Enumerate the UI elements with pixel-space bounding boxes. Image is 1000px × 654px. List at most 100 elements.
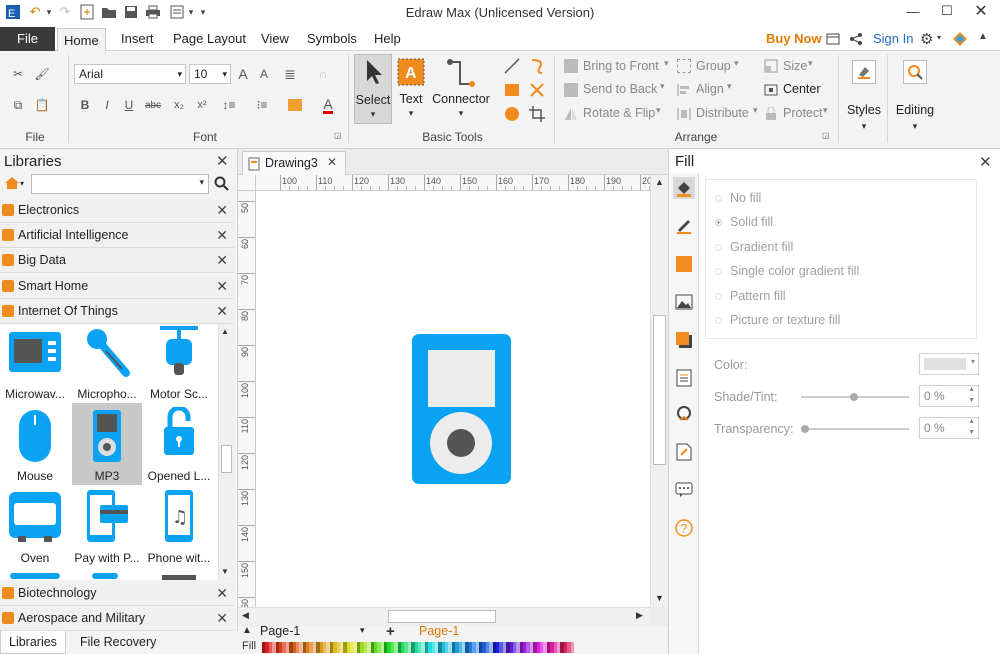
scroll-down-icon[interactable]: ▼ [221,567,229,576]
library-scrollbar[interactable]: ▲ ▼ [218,325,234,580]
editing-button[interactable]: Editing ▾ [893,54,937,138]
page-selector[interactable]: Page-1 ▾ [260,624,365,638]
send-to-back-button[interactable]: Send to Back [583,82,657,96]
shape-oven[interactable]: Oven [0,489,70,569]
color-picker[interactable]: ▾ [919,353,979,375]
settings-dropdown-icon[interactable]: ▾ [937,33,941,42]
text-align-icon[interactable]: ≣ [280,65,300,83]
scroll-right-icon[interactable]: ▶ [636,610,643,621]
slider-thumb[interactable] [850,393,858,401]
image-tab-icon[interactable] [673,291,695,313]
superscript-icon[interactable]: x² [193,96,211,114]
close-category-icon[interactable]: ✕ [216,303,228,320]
copy-icon[interactable]: ⧉ [8,95,28,115]
option-picture-fill[interactable]: Picture or texture fill [715,313,840,327]
fill-tab-icon[interactable] [673,177,695,199]
align-button[interactable]: Align [696,82,724,96]
shade-tint-slider[interactable] [801,393,909,401]
font-dialog-launcher-icon[interactable]: ◲ [334,131,342,140]
scroll-down-icon[interactable]: ▼ [655,593,664,603]
shade-tint-spinner[interactable]: 0 % ▲ ▼ [919,385,979,407]
scroll-up-icon[interactable]: ▲ [655,177,664,187]
menu-insert[interactable]: Insert [115,27,160,51]
search-icon[interactable] [214,176,230,195]
library-category[interactable]: Aerospace and Military ✕ [0,607,234,631]
menu-view[interactable]: View [255,27,295,51]
rotate-flip-button[interactable]: Rotate & Flip [583,106,655,120]
close-category-icon[interactable]: ✕ [216,585,228,602]
italic-icon[interactable]: I [99,96,115,114]
menu-file[interactable]: File [0,27,55,51]
scrollbar-thumb[interactable] [653,315,666,465]
menu-symbols[interactable]: Symbols [301,27,363,51]
canvas-horizontal-scrollbar[interactable]: ◀ ▶ [238,607,650,625]
spinner-arrows-icon[interactable]: ▲ ▼ [968,384,975,406]
shape-opened-lock[interactable]: Opened L... [144,407,214,487]
bullet-list-icon[interactable]: ⁝≡ [250,96,274,114]
protect-button[interactable]: Protect [783,106,823,120]
shape-style-tab-icon[interactable] [673,253,695,275]
page-nav-up-icon[interactable]: ▲ [242,625,252,636]
close-fill-panel-icon[interactable]: ✕ [979,153,992,171]
close-category-icon[interactable]: ✕ [216,202,228,219]
option-gradient-fill[interactable]: Gradient fill [715,240,793,254]
close-tab-icon[interactable]: ✕ [327,155,337,169]
tab-libraries[interactable]: Libraries [0,631,66,654]
close-category-icon[interactable]: ✕ [216,252,228,269]
buy-now-link[interactable]: Buy Now [760,27,828,51]
subscript-icon[interactable]: x₂ [170,96,188,114]
rectangle-tool-icon[interactable] [503,81,521,102]
highlight-color-icon[interactable] [283,96,307,114]
sign-in-link[interactable]: Sign In [867,27,919,51]
scroll-up-icon[interactable]: ▲ [221,327,229,336]
active-page-tab[interactable]: Page-1 [419,624,459,638]
center-button[interactable]: Center [783,82,821,96]
decrease-font-icon[interactable]: A [256,65,272,83]
properties-tab-icon[interactable] [673,367,695,389]
color-swatches[interactable] [262,642,602,653]
shape-mouse[interactable]: Mouse [0,407,70,487]
line-tool-icon[interactable] [503,57,521,78]
drawing-page[interactable] [256,191,650,607]
close-libraries-icon[interactable]: ✕ [216,152,229,170]
settings-gear-icon[interactable]: ⚙ [920,30,933,48]
home-icon[interactable] [4,176,20,193]
scrollbar-thumb[interactable] [221,445,232,473]
text-direction-icon[interactable]: ∩ [312,65,334,83]
spinner-arrows-icon[interactable]: ▲ ▼ [968,416,975,438]
hyperlink-tab-icon[interactable] [673,403,695,425]
shape-pay-with-phone[interactable]: Pay with P... [72,489,142,569]
shape-mp3[interactable]: MP3 [72,403,142,485]
home-dropdown-icon[interactable]: ▾ [20,179,24,188]
library-search-input[interactable]: ▾ [31,174,209,194]
close-category-icon[interactable]: ✕ [216,227,228,244]
crop-tool-icon[interactable] [528,105,546,126]
library-category-iot[interactable]: Internet Of Things ✕ [0,300,234,324]
connector-tool-button[interactable]: Connector ▾ [430,54,492,124]
help-icon[interactable]: ? [673,517,695,539]
close-category-icon[interactable]: ✕ [216,610,228,627]
group-button[interactable]: Group [696,59,731,73]
cross-tool-icon[interactable] [528,81,546,102]
size-button[interactable]: Size [783,59,807,73]
option-pattern-fill[interactable]: Pattern fill [715,289,786,303]
shadow-tab-icon[interactable] [673,329,695,351]
increase-font-icon[interactable]: A [235,65,251,83]
transparency-slider[interactable] [801,425,909,433]
line-spacing-icon[interactable]: ↕≡ [217,96,241,114]
bold-icon[interactable]: B [77,96,93,114]
text-tool-button[interactable]: A Text ▾ [394,54,428,124]
option-solid-fill[interactable]: Solid fill [715,215,773,229]
transparency-spinner[interactable]: 0 % ▲ ▼ [919,417,979,439]
strikethrough-icon[interactable]: abc [143,96,163,114]
library-category[interactable]: Electronics ✕ [0,199,234,223]
close-window-button[interactable]: ✕ [964,0,998,22]
menu-page-layout[interactable]: Page Layout [167,27,252,51]
slider-thumb[interactable] [801,425,809,433]
scroll-left-icon[interactable]: ◀ [242,610,249,621]
font-name-select[interactable]: Arial ▾ [74,64,186,84]
cut-icon[interactable]: ✂ [8,64,28,84]
distribute-button[interactable]: Distribute [696,106,749,120]
option-no-fill[interactable]: No fill [715,191,761,205]
library-category[interactable]: Biotechnology ✕ [0,582,234,606]
